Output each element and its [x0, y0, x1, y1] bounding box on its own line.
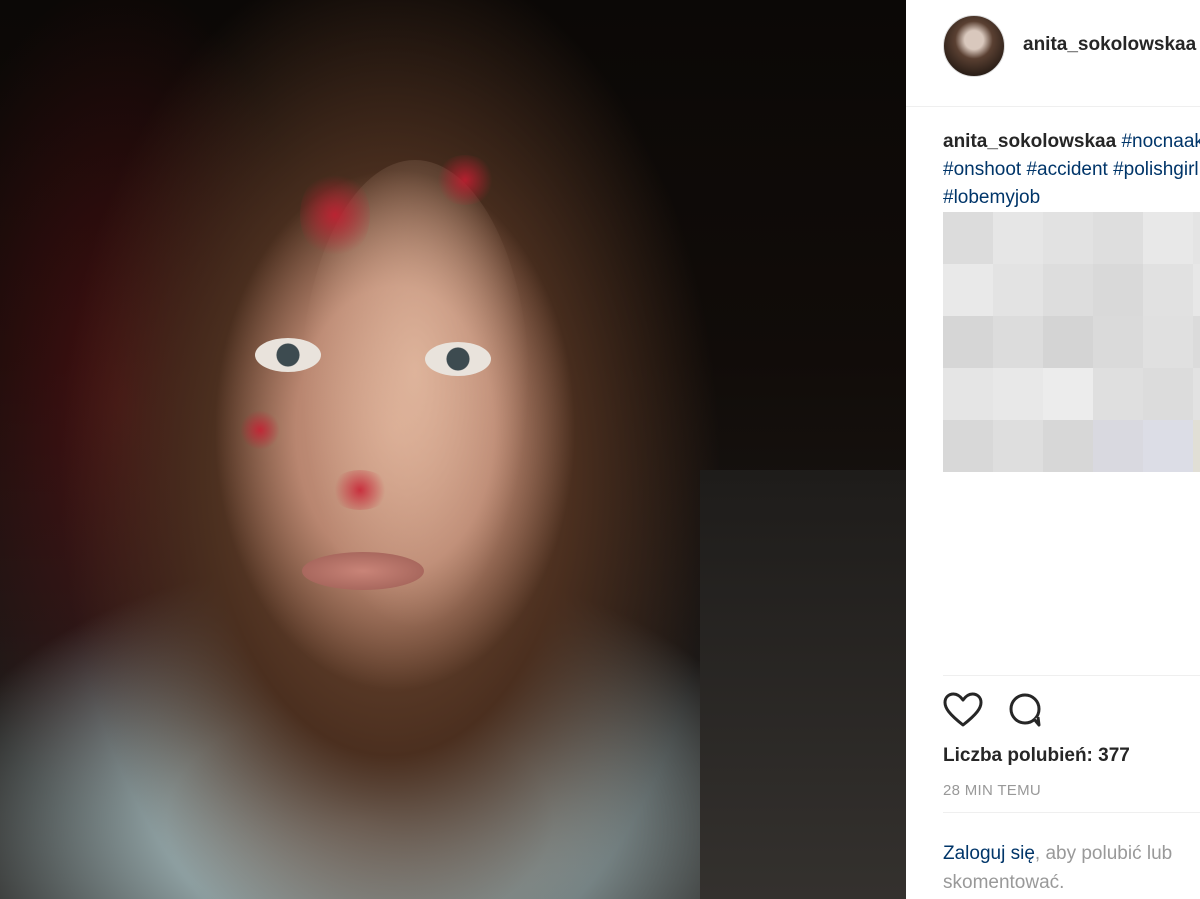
post-photo[interactable]	[0, 0, 906, 899]
login-link[interactable]: Zaloguj się	[943, 843, 1035, 864]
pixelated-block	[993, 264, 1043, 316]
photo-background-road	[700, 470, 906, 899]
pixelated-block	[993, 212, 1043, 264]
photo-detail	[425, 342, 491, 376]
hashtag-link[interactable]: #lobemyjob	[943, 187, 1040, 208]
pixelated-block	[943, 264, 993, 316]
hashtag-link[interactable]: #nocnaakcja	[1121, 131, 1200, 152]
pixelated-block	[943, 368, 993, 420]
pixelated-block	[1093, 212, 1143, 264]
photo-detail	[240, 410, 280, 450]
pixelated-block	[1193, 368, 1200, 420]
pixelated-block	[1043, 212, 1093, 264]
post-actions	[943, 692, 1067, 728]
divider	[943, 675, 1200, 676]
post-caption: anita_sokolowskaa #nocnaakcja #onshoot #…	[943, 128, 1200, 212]
pixelated-block	[943, 420, 993, 472]
hashtag-link[interactable]: #onshoot	[943, 159, 1021, 180]
hashtag-link[interactable]: #accident	[1026, 159, 1107, 180]
avatar[interactable]	[943, 15, 1005, 77]
pixelated-block	[943, 316, 993, 368]
photo-detail	[302, 552, 424, 590]
caption-username[interactable]: anita_sokolowskaa	[943, 131, 1116, 152]
post-side-panel: anita_sokolowskaa anita_sokolowskaa #noc…	[906, 0, 1200, 899]
pixelated-block	[1193, 212, 1200, 264]
pixelated-block	[1093, 368, 1143, 420]
photo-detail	[300, 170, 370, 260]
pixelated-comments	[943, 212, 1200, 474]
pixelated-block	[1143, 420, 1193, 472]
pixelated-block	[1193, 264, 1200, 316]
hashtag-link[interactable]: #polishgirl	[1113, 159, 1199, 180]
pixelated-block	[1143, 212, 1193, 264]
pixelated-block	[1093, 316, 1143, 368]
photo-detail	[435, 155, 495, 205]
pixelated-block	[1093, 264, 1143, 316]
pixelated-block	[993, 316, 1043, 368]
pixelated-block	[993, 368, 1043, 420]
like-count[interactable]: Liczba polubień: 377	[943, 745, 1130, 767]
photo-detail	[330, 470, 390, 510]
pixelated-block	[1043, 368, 1093, 420]
post-timestamp[interactable]: 28 MIN TEMU	[943, 782, 1041, 799]
post-username[interactable]: anita_sokolowskaa	[1023, 34, 1196, 56]
pixelated-block	[1043, 316, 1093, 368]
pixelated-block	[1093, 420, 1143, 472]
pixelated-block	[1193, 316, 1200, 368]
pixelated-block	[1143, 264, 1193, 316]
pixelated-block	[1193, 420, 1200, 472]
pixelated-block	[993, 420, 1043, 472]
login-prompt: Zaloguj się, aby polubić lub skomentować…	[943, 839, 1200, 897]
heart-icon[interactable]	[943, 692, 983, 728]
post-header: anita_sokolowskaa	[906, 0, 1200, 107]
pixelated-block	[1043, 264, 1093, 316]
pixelated-block	[1143, 316, 1193, 368]
pixelated-block	[1143, 368, 1193, 420]
pixelated-block	[1043, 420, 1093, 472]
pixelated-block	[943, 212, 993, 264]
photo-detail	[255, 338, 321, 372]
comment-bubble-icon[interactable]	[1007, 692, 1047, 728]
divider	[943, 812, 1200, 813]
